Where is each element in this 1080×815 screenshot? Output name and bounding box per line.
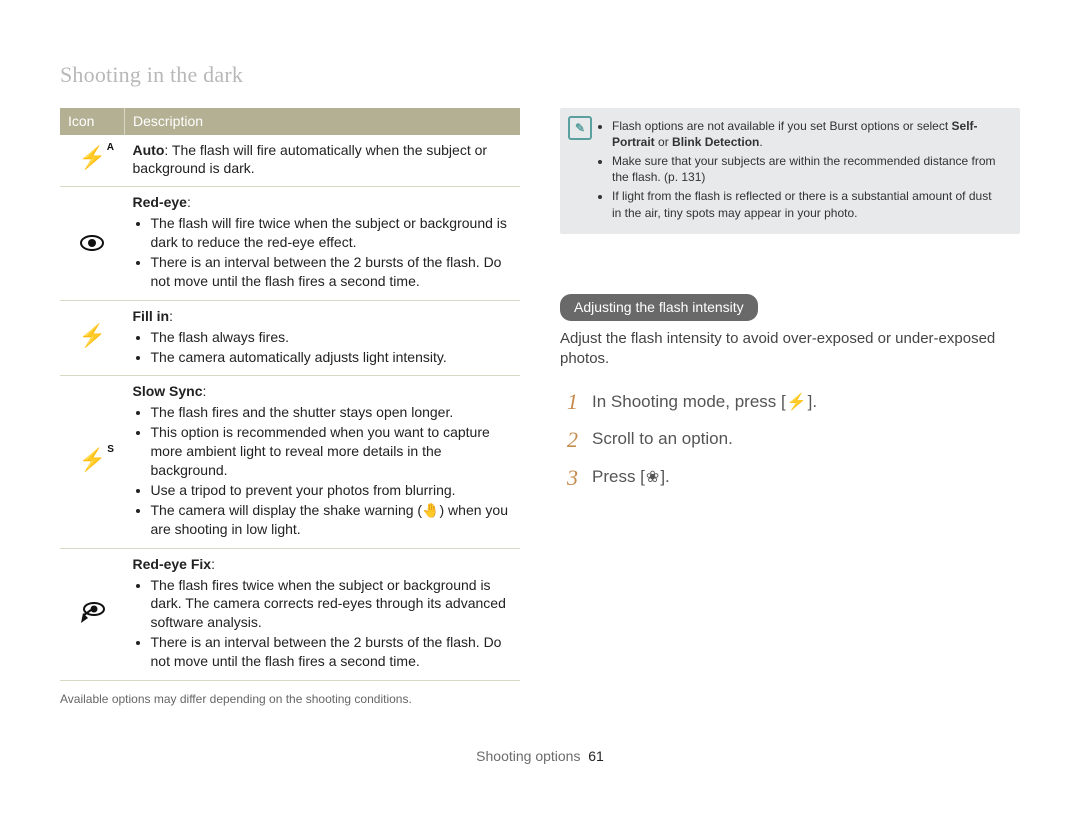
flash-options-table: Icon Description ⚡A Auto: The flash will…	[60, 108, 520, 681]
page-title: Shooting in the dark	[60, 60, 1020, 90]
step-item: 3 Press [❀].	[560, 463, 1020, 493]
row-text: Auto: The flash will fire automatically …	[133, 142, 488, 177]
table-header-icon: Icon	[60, 108, 125, 135]
flash-icon: ⚡	[786, 394, 808, 411]
table-header-description: Description	[125, 108, 521, 135]
step-item: 2 Scroll to an option.	[560, 425, 1020, 455]
table-row: ⚡S Slow Sync: The flash fires and the sh…	[60, 376, 520, 548]
step-number: 2	[560, 425, 578, 455]
step-number: 1	[560, 387, 578, 417]
table-row: ⚡A Auto: The flash will fire automatical…	[60, 135, 520, 187]
row-bullets: The flash always fires. The camera autom…	[133, 328, 513, 367]
section-heading-pill: Adjusting the flash intensity	[560, 294, 758, 321]
red-eye-icon	[68, 235, 117, 251]
flash-fill-icon: ⚡	[79, 325, 106, 347]
page-footer: Shooting options 61	[60, 747, 1020, 766]
steps-list: 1 In Shooting mode, press [⚡]. 2 Scroll …	[560, 387, 1020, 492]
flash-options-table-column: Icon Description ⚡A Auto: The flash will…	[60, 108, 520, 707]
table-row: Red-eye Fix: The flash fires twice when …	[60, 548, 520, 680]
step-item: 1 In Shooting mode, press [⚡].	[560, 387, 1020, 417]
table-row: ⚡ Fill in: The flash always fires. The c…	[60, 300, 520, 376]
note-item: Flash options are not available if you s…	[612, 118, 1004, 150]
note-box: ✎ Flash options are not available if you…	[560, 108, 1020, 234]
table-footnote: Available options may differ depending o…	[60, 691, 520, 707]
note-item: Make sure that your subjects are within …	[612, 153, 1004, 185]
red-eye-fix-icon	[68, 601, 117, 625]
row-bullets: The flash fires and the shutter stays op…	[133, 403, 513, 538]
row-title: Slow Sync	[133, 383, 203, 399]
table-row: Red-eye: The flash will fire twice when …	[60, 187, 520, 300]
row-bullets: The flash will fire twice when the subje…	[133, 214, 513, 291]
row-title: Red-eye	[133, 194, 187, 210]
flash-auto-icon: ⚡A	[79, 147, 106, 169]
macro-icon: ❀	[645, 469, 660, 486]
section-intro-text: Adjust the flash intensity to avoid over…	[560, 329, 1020, 370]
row-title: Fill in	[133, 308, 170, 324]
row-title: Red-eye Fix	[133, 556, 212, 572]
right-column: ✎ Flash options are not available if you…	[560, 108, 1020, 707]
note-item: If light from the flash is reflected or …	[612, 188, 1004, 220]
row-bullets: The flash fires twice when the subject o…	[133, 576, 513, 671]
step-number: 3	[560, 463, 578, 493]
flash-slow-sync-icon: ⚡S	[79, 449, 106, 471]
note-icon: ✎	[568, 116, 592, 140]
